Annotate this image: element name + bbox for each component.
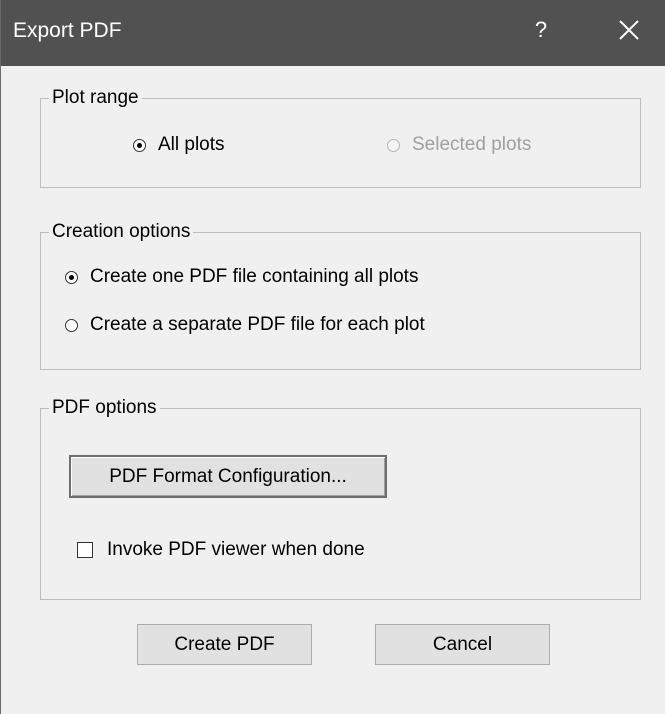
- invoke-viewer-label: Invoke PDF viewer when done: [107, 539, 365, 560]
- radio-one-pdf[interactable]: Create one PDF file containing all plots: [65, 266, 418, 288]
- radio-one-pdf-label: Create one PDF file containing all plots: [90, 266, 419, 287]
- radio-button-checked[interactable]: [133, 138, 146, 152]
- plot-range-group: Plot range: [40, 88, 641, 188]
- creation-options-group: Creation options: [40, 222, 641, 370]
- creation-options-legend: Creation options: [52, 221, 191, 242]
- window-title: Export PDF: [13, 19, 122, 42]
- checkbox-unchecked[interactable]: [77, 542, 93, 558]
- cancel-button[interactable]: Cancel: [375, 624, 550, 665]
- close-icon: [619, 20, 639, 40]
- radio-button-unchecked[interactable]: [65, 318, 78, 332]
- radio-selected-plots: Selected plots: [387, 134, 531, 156]
- export-pdf-dialog: Export PDF ? Plot range All plots Select…: [0, 0, 665, 714]
- radio-selected-plots-label: Selected plots: [412, 134, 532, 155]
- radio-all-plots-label: All plots: [158, 134, 225, 155]
- close-button[interactable]: [611, 12, 647, 48]
- create-pdf-button[interactable]: Create PDF: [137, 624, 312, 665]
- plot-range-legend: Plot range: [52, 87, 139, 108]
- radio-separate-pdf[interactable]: Create a separate PDF file for each plot: [65, 314, 425, 336]
- help-button[interactable]: ?: [531, 17, 551, 43]
- pdf-options-legend: PDF options: [52, 397, 157, 418]
- pdf-format-configuration-button[interactable]: PDF Format Configuration...: [69, 455, 387, 498]
- radio-button-checked[interactable]: [65, 270, 78, 284]
- radio-all-plots[interactable]: All plots: [133, 134, 225, 156]
- radio-button-disabled: [387, 138, 400, 152]
- invoke-viewer-checkbox[interactable]: Invoke PDF viewer when done: [77, 539, 365, 561]
- pdf-options-group: PDF options: [40, 398, 641, 600]
- radio-separate-pdf-label: Create a separate PDF file for each plot: [90, 314, 425, 335]
- title-bar[interactable]: Export PDF ?: [1, 0, 665, 66]
